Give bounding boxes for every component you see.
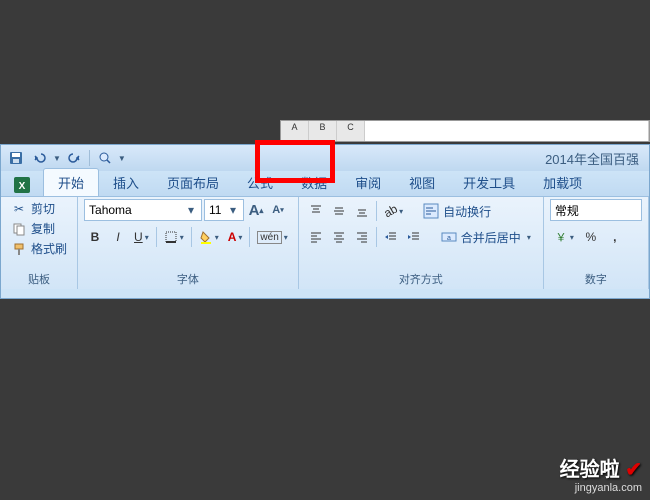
copy-icon [11, 221, 27, 237]
chevron-down-icon: ▾ [185, 203, 197, 217]
currency-icon: ￥ [554, 230, 568, 244]
copy-label: 复制 [31, 220, 55, 237]
tab-addins[interactable]: 加载项 [529, 169, 596, 196]
font-size-combo[interactable]: 11 ▾ [204, 199, 244, 221]
print-preview-button[interactable] [94, 147, 116, 169]
number-group: 常规 ￥ ▾ % , 数字 [544, 197, 649, 289]
cut-button[interactable]: ✂ 剪切 [7, 199, 71, 218]
number-format-value: 常规 [555, 202, 637, 219]
wrap-text-button[interactable]: 自动换行 [417, 201, 497, 222]
office-button[interactable]: X [7, 174, 37, 196]
redo-button[interactable] [63, 147, 85, 169]
grow-font-button[interactable]: A▴ [246, 200, 266, 220]
merge-icon: a [441, 229, 457, 245]
check-icon: ✔ [625, 459, 642, 481]
align-top-button[interactable] [305, 199, 327, 223]
col-header: B [309, 121, 337, 141]
comma-style-button[interactable]: , [604, 225, 626, 249]
tab-formulas[interactable]: 公式 [233, 169, 287, 196]
svg-text:a: a [447, 235, 451, 242]
tab-home[interactable]: 开始 [43, 168, 99, 196]
align-right-button[interactable] [351, 225, 373, 249]
decrease-indent-button[interactable] [380, 225, 402, 249]
number-format-combo[interactable]: 常规 [550, 199, 642, 221]
quick-access-toolbar: ▼ ▼ [5, 147, 126, 169]
title-bar: ▼ ▼ 2014年全国百强 [1, 145, 649, 171]
underline-button[interactable]: U▾ [130, 225, 153, 249]
alignment-group: ab▾ 自动换行 a 合 [299, 197, 544, 289]
undo-button[interactable] [29, 147, 51, 169]
tab-review[interactable]: 审阅 [341, 169, 395, 196]
cut-label: 剪切 [31, 200, 55, 217]
wrap-label: 自动换行 [443, 203, 491, 220]
orientation-button[interactable]: ab▾ [380, 199, 407, 223]
align-middle-button[interactable] [328, 199, 350, 223]
ribbon-tabs: X 开始 插入 页面布局 公式 数据 审阅 视图 开发工具 加载项 [1, 171, 649, 197]
merge-center-button[interactable]: a 合并后居中 ▾ [435, 227, 537, 248]
clipboard-group: ✂ 剪切 复制 格式刷 [1, 197, 78, 289]
watermark-text: 经验啦 [560, 459, 620, 481]
phonetic-button[interactable]: wén ▾ [253, 225, 291, 249]
col-header: C [337, 121, 365, 141]
font-name-combo[interactable]: Tahoma ▾ [84, 199, 202, 221]
watermark: 经验啦 ✔ jingyanla.com [560, 453, 642, 494]
paintbrush-icon [11, 241, 27, 257]
tab-data[interactable]: 数据 [287, 169, 341, 196]
watermark-url: jingyanla.com [560, 482, 642, 494]
save-button[interactable] [5, 147, 27, 169]
font-group: Tahoma ▾ 11 ▾ A▴ A▾ B I U▾ [78, 197, 299, 289]
clipboard-group-label: 贴板 [7, 269, 71, 289]
align-bottom-button[interactable] [351, 199, 373, 223]
ribbon: ✂ 剪切 复制 格式刷 [1, 197, 649, 289]
tab-insert[interactable]: 插入 [99, 169, 153, 196]
font-color-button[interactable]: A ▾ [224, 225, 247, 249]
col-header: A [281, 121, 309, 141]
tab-developer[interactable]: 开发工具 [449, 169, 529, 196]
border-button[interactable]: ▾ [160, 225, 188, 249]
wrap-icon [423, 203, 439, 219]
align-left-button[interactable] [305, 225, 327, 249]
merge-label: 合并后居中 [461, 229, 521, 246]
accounting-format-button[interactable]: ￥ ▾ [550, 225, 578, 249]
scissors-icon: ✂ [11, 201, 27, 217]
undo-dropdown-icon[interactable]: ▼ [53, 154, 61, 163]
font-name-value: Tahoma [89, 203, 185, 217]
cell [365, 121, 649, 141]
font-group-label: 字体 [84, 269, 292, 289]
svg-text:X: X [19, 181, 26, 192]
font-size-value: 11 [209, 203, 227, 217]
tab-page-layout[interactable]: 页面布局 [153, 169, 233, 196]
fill-color-button[interactable]: ▾ [195, 225, 223, 249]
window-title: 2014年全国百强 [126, 149, 645, 168]
bold-button[interactable]: B [84, 225, 106, 249]
copy-button[interactable]: 复制 [7, 219, 71, 238]
chevron-down-icon: ▾ [227, 203, 239, 217]
increase-indent-button[interactable] [403, 225, 425, 249]
qat-customize-icon[interactable]: ▼ [118, 154, 126, 163]
tab-view[interactable]: 视图 [395, 169, 449, 196]
alignment-group-label: 对齐方式 [305, 269, 537, 289]
format-painter-label: 格式刷 [31, 240, 67, 257]
shrink-font-button[interactable]: A▾ [268, 200, 288, 220]
svg-text:￥: ￥ [555, 232, 566, 244]
spreadsheet-peek: A B C [280, 120, 650, 142]
italic-button[interactable]: I [107, 225, 129, 249]
align-center-button[interactable] [328, 225, 350, 249]
percent-button[interactable]: % [580, 225, 602, 249]
excel-window: ▼ ▼ 2014年全国百强 X 开始 插入 页面布局 公式 数据 审阅 视图 开… [0, 144, 650, 299]
format-painter-button[interactable]: 格式刷 [7, 239, 71, 258]
number-group-label: 数字 [550, 269, 642, 289]
